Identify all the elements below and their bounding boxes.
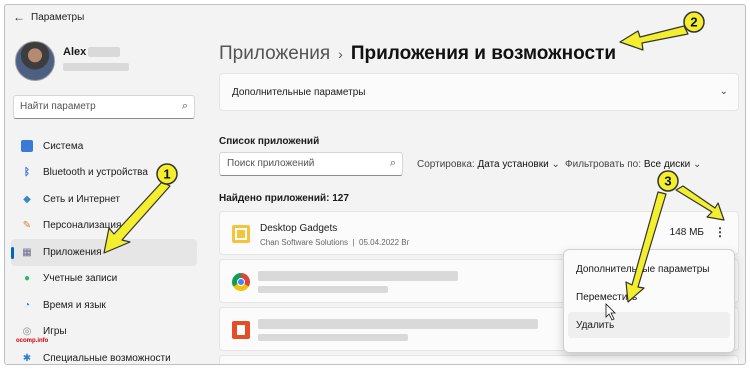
sidebar-item-label: Игры (43, 326, 67, 338)
menu-item-advanced[interactable]: Дополнительные параметры (568, 256, 730, 282)
user-profile[interactable]: Alex (15, 41, 129, 81)
arrow-left-icon[interactable]: ← (13, 10, 31, 24)
app-publisher: Chan Software Solutions (260, 238, 349, 247)
breadcrumb-separator: › (338, 46, 343, 62)
menu-item-uninstall[interactable]: Удалить (568, 312, 730, 338)
gamepad-icon: ◎ (22, 326, 32, 338)
sidebar-item-accessibility[interactable]: ✱ Специальные возможности (11, 345, 197, 364)
sidebar-nav: Система ᛒ Bluetooth и устройства ◆ Сеть … (11, 133, 197, 364)
chevron-down-icon: ⌄ (719, 86, 728, 97)
app-search-placeholder: Поиск приложений (227, 158, 315, 169)
apps-icon: ▦ (22, 246, 32, 258)
wifi-icon: ◆ (23, 193, 31, 205)
user-name: Alex (63, 46, 87, 58)
sidebar-item-system[interactable]: Система (11, 133, 197, 160)
blurred-app-name (258, 319, 538, 329)
chevron-down-icon: ⌄ (551, 159, 560, 170)
window-title: Параметры (31, 11, 85, 23)
sidebar-item-label: Специальные возможности (43, 352, 171, 364)
office-icon (232, 321, 250, 339)
sidebar-item-label: Приложения (43, 246, 102, 258)
sidebar-item-label: Учетные записи (43, 273, 118, 285)
filter-value: Все диски (643, 159, 691, 170)
chevron-down-icon: ⌄ (693, 159, 702, 170)
sidebar-item-label: Время и язык (43, 299, 106, 311)
avatar (15, 41, 55, 81)
main-content: Приложения › Приложения и возможности Допо… (215, 29, 745, 364)
settings-search-placeholder: Найти параметр (20, 101, 96, 112)
watermark: ocomp.info (16, 338, 49, 344)
monitor-icon (21, 140, 33, 153)
breadcrumb: Приложения › Приложения и возможности (219, 43, 616, 65)
apps-list-title: Список приложений (219, 136, 320, 147)
blurred-name (88, 47, 121, 58)
more-options-icon[interactable]: ⋮ (714, 225, 726, 239)
sidebar-item-label: Система (43, 140, 84, 152)
sidebar-item-apps[interactable]: ▦ Приложения (11, 239, 197, 266)
settings-search-input[interactable]: Найти параметр ⌕ (13, 95, 195, 119)
filter-label: Фильтровать по: (565, 159, 642, 170)
accessibility-icon: ✱ (22, 352, 32, 364)
app-date: 05.04.2022 Вг (359, 238, 410, 247)
sidebar-item-accounts[interactable]: ● Учетные записи (11, 266, 197, 293)
app-name: Desktop Gadgets (260, 223, 338, 234)
app-row[interactable] (219, 355, 739, 364)
app-meta: Chan Software Solutions | 05.04.2022 Вг (260, 238, 410, 247)
chrome-icon (232, 273, 250, 291)
search-icon: ⌕ (181, 100, 188, 112)
blurred-app-meta (258, 286, 388, 293)
sort-value: Дата установки (477, 159, 549, 170)
bluetooth-icon: ᛒ (24, 167, 30, 179)
person-icon: ● (23, 273, 31, 285)
blurred-app-meta (258, 334, 408, 341)
sidebar: Alex Найти параметр ⌕ Система ᛒ Bluetoot… (5, 29, 201, 364)
sort-dropdown[interactable]: Сортировка: Дата установки ⌄ (417, 159, 560, 170)
search-icon: ⌕ (389, 157, 396, 169)
page-title: Приложения и возможности (350, 43, 616, 64)
sidebar-item-label: Сеть и Интернет (43, 193, 121, 205)
app-size: 148 МБ (669, 227, 704, 238)
context-menu: Дополнительные параметры Переместить Уда… (563, 249, 735, 353)
sidebar-item-time-language[interactable]: ◔ Время и язык (11, 292, 197, 319)
sidebar-item-personalization[interactable]: ✎ Персонализация (11, 213, 197, 240)
globe-clock-icon: ◔ (23, 299, 31, 311)
filter-dropdown[interactable]: Фильтровать по: Все диски ⌄ (565, 159, 701, 170)
blurred-app-name (258, 271, 458, 281)
app-search-input[interactable]: Поиск приложений ⌕ (219, 152, 403, 176)
title-bar: ← Параметры (5, 5, 745, 29)
apps-found-count: Найдено приложений: 127 (219, 193, 349, 204)
sort-label: Сортировка: (417, 159, 475, 170)
more-options-card[interactable]: Дополнительные параметры ⌄ (219, 73, 739, 111)
menu-item-move[interactable]: Переместить (568, 284, 730, 310)
sidebar-item-bluetooth[interactable]: ᛒ Bluetooth и устройства (11, 160, 197, 187)
brush-icon: ✎ (22, 220, 32, 232)
sidebar-item-label: Персонализация (43, 220, 122, 232)
settings-window: ← Параметры Alex Найти параметр ⌕ Систем… (4, 4, 746, 365)
breadcrumb-parent[interactable]: Приложения (219, 43, 330, 64)
sidebar-item-label: Bluetooth и устройства (43, 167, 148, 179)
sidebar-item-network[interactable]: ◆ Сеть и Интернет (11, 186, 197, 213)
blurred-email (63, 63, 129, 71)
more-options-label: Дополнительные параметры (232, 86, 366, 98)
gadgets-icon (232, 225, 250, 243)
